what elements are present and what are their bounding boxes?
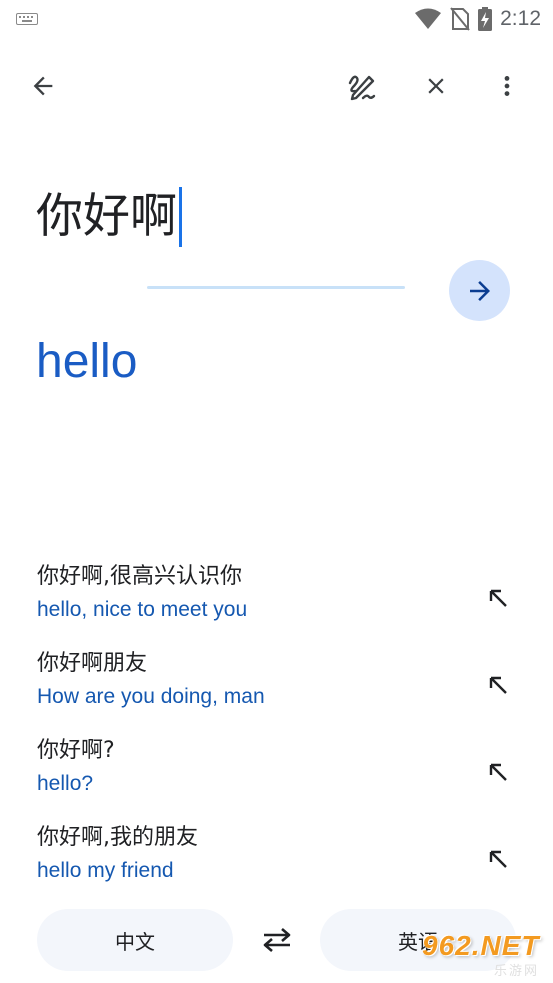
swap-languages-button[interactable] (254, 917, 300, 963)
suggestion-target: hello, nice to meet you (37, 598, 248, 621)
status-bar: 2:12 (0, 0, 553, 38)
watermark-logo: 962.NET 乐游网 (410, 926, 550, 979)
source-text: 你好啊 (36, 189, 177, 244)
suggestion-item[interactable]: 你好啊? hello? (0, 734, 553, 814)
arrow-back-icon (33, 76, 53, 96)
insert-suggestion-button[interactable] (480, 754, 516, 790)
arrow-up-left-icon (489, 676, 507, 694)
clear-button[interactable] (412, 62, 460, 110)
arrow-forward-icon (469, 280, 490, 301)
more-options-button[interactable] (483, 62, 531, 110)
translation-result: hello (36, 335, 138, 388)
suggestion-item[interactable]: 你好啊,很高兴认识你 hello, nice to meet you (0, 560, 553, 640)
swap-icon (263, 928, 291, 952)
back-button[interactable] (19, 62, 67, 110)
suggestion-source: 你好啊,很高兴认识你 (37, 564, 242, 589)
arrow-up-left-icon (489, 763, 507, 781)
no-sim-icon (450, 7, 470, 31)
suggestion-target: How are you doing, man (37, 685, 265, 708)
source-language-label: 中文 (115, 929, 155, 954)
insert-suggestion-button[interactable] (480, 667, 516, 703)
suggestion-target: hello my friend (37, 859, 174, 882)
suggestion-item[interactable]: 你好啊,我的朋友 hello my friend (0, 821, 553, 901)
keyboard-icon (16, 13, 38, 25)
insert-suggestion-button[interactable] (480, 841, 516, 877)
source-language-button[interactable]: 中文 (37, 909, 233, 971)
watermark-main: 962.NET (422, 930, 540, 961)
handwriting-icon (348, 75, 376, 101)
wifi-icon (415, 8, 442, 29)
suggestion-target: hello? (37, 772, 94, 795)
more-vert-icon (504, 76, 510, 96)
battery-charging-icon (478, 7, 493, 31)
suggestion-source: 你好啊朋友 (37, 651, 148, 676)
source-text-input[interactable]: 你好啊 (36, 186, 182, 248)
arrow-up-left-icon (489, 850, 507, 868)
status-time: 2:12 (500, 7, 541, 30)
arrow-up-left-icon (489, 589, 507, 607)
suggestion-source: 你好啊? (37, 738, 115, 763)
insert-suggestion-button[interactable] (480, 580, 516, 616)
watermark-sub: 乐游网 (494, 964, 540, 979)
handwriting-button[interactable] (338, 62, 386, 110)
status-icons: 2:12 (414, 6, 541, 32)
text-cursor (179, 187, 182, 247)
close-icon (428, 78, 444, 94)
suggestion-item[interactable]: 你好啊朋友 How are you doing, man (0, 647, 553, 727)
input-divider (147, 286, 405, 289)
suggestion-source: 你好啊,我的朋友 (37, 825, 198, 850)
translate-submit-button[interactable] (449, 260, 510, 321)
